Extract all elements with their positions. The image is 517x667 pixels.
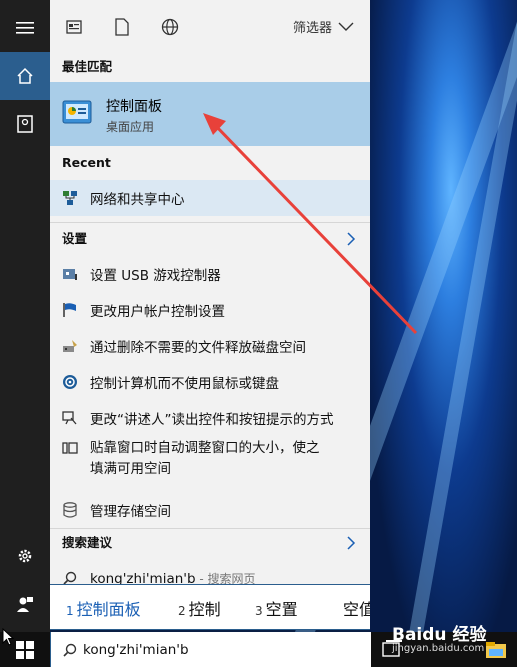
ime-candidate[interactable]: 3 空置 — [255, 596, 298, 620]
web-filter-button[interactable] — [158, 15, 182, 39]
home-icon — [17, 67, 33, 84]
ime-candidate[interactable]: 1 控制面板 — [66, 596, 141, 620]
settings-item[interactable]: 设置 USB 游戏控制器 — [50, 256, 370, 292]
mouse-cursor-icon — [2, 628, 14, 646]
narrator-icon — [62, 411, 77, 425]
feedback-button[interactable] — [0, 580, 50, 628]
baidu-watermark: Baidu 经验 jingyan.baidu.com — [392, 620, 486, 654]
suggestion-hint: - 搜索网页 — [195, 571, 256, 585]
ime-candidate-bar: 1控制面板 2控制 3空置 空值 — [50, 584, 370, 630]
recent-item-label: 网络和共享中心 — [90, 192, 185, 208]
start-left-rail — [0, 0, 50, 632]
settings-item-label: 通过删除不需要的文件释放磁盘空间 — [90, 340, 306, 356]
ease-of-access-icon — [63, 375, 77, 389]
storage-spaces-icon — [63, 502, 77, 518]
settings-item-label: 贴靠窗口时自动调整窗口的大小，使之 — [90, 440, 320, 456]
chevron-right-icon — [347, 536, 356, 550]
suggestion-text: kong'zhi'mian'b — [90, 570, 196, 585]
section-divider — [50, 222, 370, 223]
recent-heading: Recent — [62, 155, 111, 170]
settings-item[interactable]: 通过删除不需要的文件释放磁盘空间 — [50, 328, 370, 364]
document-icon — [17, 115, 33, 133]
ime-candidate[interactable]: 2 控制 — [178, 596, 221, 620]
hamburger-icon — [16, 22, 34, 34]
search-results-panel: 筛选器 最佳匹配 控制面板 桌面应用 Recent 网络和共享中心 设置 设置 … — [50, 0, 370, 584]
settings-item[interactable]: 控制计算机而不使用鼠标或键盘 — [50, 364, 370, 400]
windows-logo-icon — [16, 640, 34, 659]
snap-window-icon — [62, 442, 78, 454]
settings-item[interactable]: 贴靠窗口时自动调整窗口的大小，使之 填满可用空间 — [50, 438, 370, 484]
apps-filter-button[interactable] — [62, 15, 86, 39]
game-controller-icon — [63, 269, 77, 280]
home-button[interactable] — [0, 52, 50, 100]
recent-item[interactable]: 网络和共享中心 — [50, 180, 370, 216]
watermark-brand: Baidu 经验 — [392, 625, 487, 645]
search-suggestions-heading-label: 搜索建议 — [62, 535, 113, 550]
search-icon — [63, 643, 77, 657]
settings-item-label: 控制计算机而不使用鼠标或键盘 — [90, 376, 279, 392]
user-feedback-icon — [17, 597, 33, 612]
search-filter-bar: 筛选器 — [50, 0, 370, 54]
file-icon — [115, 18, 129, 36]
best-match-subtitle: 桌面应用 — [106, 120, 155, 134]
uac-flag-icon — [63, 303, 76, 317]
settings-item[interactable]: 更改“讲述人”读出控件和按钮提示的方式 — [50, 400, 370, 436]
file-explorer-icon[interactable] — [484, 638, 508, 662]
search-suggestions-heading[interactable]: 搜索建议 — [50, 530, 370, 556]
network-sharing-icon — [63, 191, 77, 205]
filter-dropdown[interactable]: 筛选器 — [293, 17, 354, 36]
best-match-item-control-panel[interactable]: 控制面板 桌面应用 — [50, 82, 370, 146]
search-icon — [63, 571, 77, 584]
control-panel-icon — [62, 100, 92, 124]
documents-button[interactable] — [0, 100, 50, 148]
settings-button[interactable] — [0, 532, 50, 580]
settings-item-label: 设置 USB 游戏控制器 — [90, 268, 221, 284]
settings-item-label: 更改“讲述人”读出控件和按钮提示的方式 — [90, 412, 334, 428]
best-match-title: 控制面板 — [106, 99, 162, 115]
settings-gear-icon — [18, 549, 32, 563]
disk-cleanup-icon — [63, 340, 77, 352]
watermark-url: jingyan.baidu.com — [392, 643, 485, 654]
settings-item[interactable]: 管理存储空间 — [50, 492, 370, 528]
settings-item-label-line2: 填满可用空间 — [90, 461, 171, 477]
settings-item[interactable]: 更改用户帐户控制设置 — [50, 292, 370, 328]
search-suggestion-item[interactable]: kong'zhi'mian'b - 搜索网页 — [50, 560, 370, 584]
hamburger-menu-button[interactable] — [0, 4, 50, 52]
settings-heading-label: 设置 — [62, 231, 88, 246]
taskbar-search-box[interactable]: kong'zhi'mian'b — [50, 632, 371, 667]
apps-icon — [66, 20, 82, 34]
filter-label: 筛选器 — [292, 21, 332, 36]
search-query-text: kong'zhi'mian'b — [83, 641, 189, 658]
best-match-heading: 最佳匹配 — [62, 59, 113, 74]
section-divider — [50, 528, 370, 529]
chevron-down-icon — [338, 22, 354, 31]
desktop-wallpaper — [294, 0, 517, 632]
settings-heading[interactable]: 设置 — [50, 226, 370, 252]
settings-item-label: 更改用户帐户控制设置 — [90, 304, 225, 320]
ime-candidate[interactable]: 空值 — [340, 596, 370, 620]
chevron-right-icon — [347, 232, 356, 246]
documents-filter-button[interactable] — [110, 15, 134, 39]
settings-item-label: 管理存储空间 — [90, 504, 171, 520]
globe-icon — [161, 18, 179, 36]
